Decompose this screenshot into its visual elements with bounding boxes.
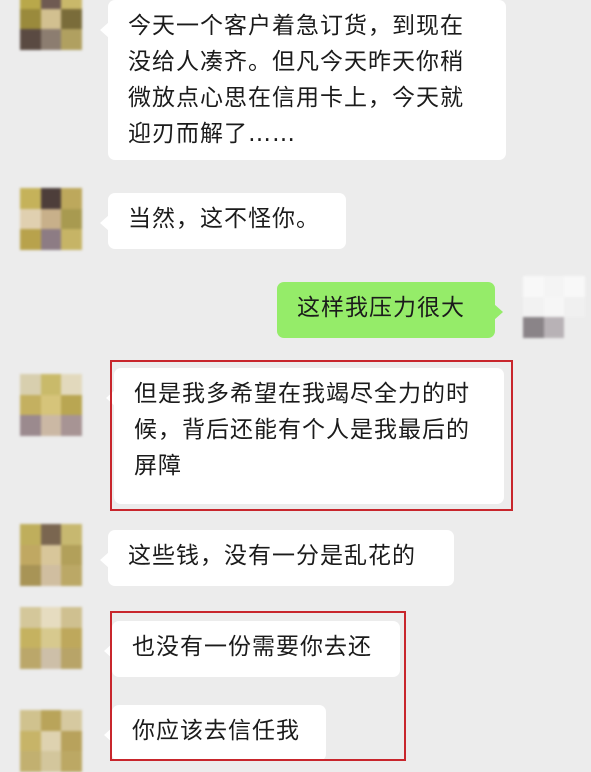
chat-bubble[interactable]: 当然，这不怪你。 [100,193,346,249]
contact-avatar[interactable] [20,188,82,250]
my-avatar[interactable] [523,276,585,338]
my-chat-bubble[interactable]: 这样我压力很大 [277,282,503,338]
contact-avatar[interactable] [20,524,82,586]
highlight-box [110,611,406,761]
contact-avatar[interactable] [20,710,82,772]
highlight-box [110,360,513,511]
contact-avatar[interactable] [20,374,82,436]
contact-avatar[interactable] [20,607,82,669]
chat-bubble[interactable]: 今天一个客户着急订货，到现在没给人凑齐。但凡今天昨天你稍微放点心思在信用卡上，今… [100,0,506,160]
contact-avatar[interactable] [20,0,82,50]
chat-bubble[interactable]: 这些钱，没有一分是乱花的 [100,530,454,586]
